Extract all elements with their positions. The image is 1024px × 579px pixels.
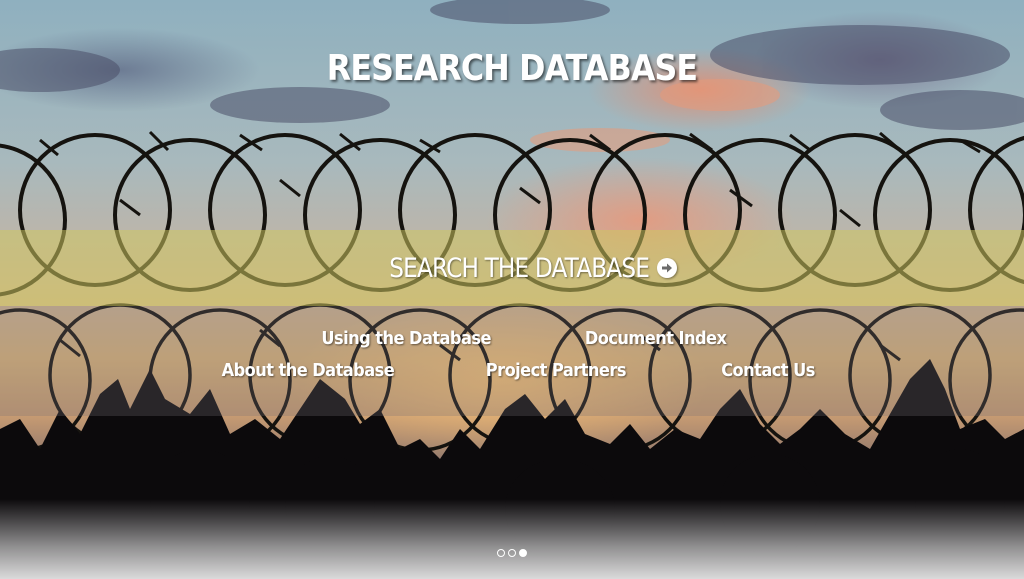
slider-dot-active[interactable] [519, 549, 527, 557]
slider-dot[interactable] [508, 549, 516, 557]
arrow-right-circle-icon [657, 258, 677, 278]
nav-project-partners[interactable]: Project Partners [486, 360, 627, 381]
main-navigation: Using the Database Document Index About … [0, 306, 1024, 416]
nav-using-the-database[interactable]: Using the Database [321, 328, 491, 349]
search-database-label: SEARCH THE DATABASE [389, 252, 650, 284]
nav-about-the-database[interactable]: About the Database [222, 360, 395, 381]
slider-pagination [0, 549, 1024, 557]
slider-dot[interactable] [497, 549, 505, 557]
search-band: SEARCH THE DATABASE [0, 230, 1024, 306]
page-title: RESEARCH DATABASE [326, 48, 698, 89]
nav-contact-us[interactable]: Contact Us [721, 360, 815, 381]
search-database-link[interactable]: SEARCH THE DATABASE [347, 253, 677, 284]
nav-document-index[interactable]: Document Index [585, 328, 727, 349]
bottom-fade [0, 499, 1024, 579]
